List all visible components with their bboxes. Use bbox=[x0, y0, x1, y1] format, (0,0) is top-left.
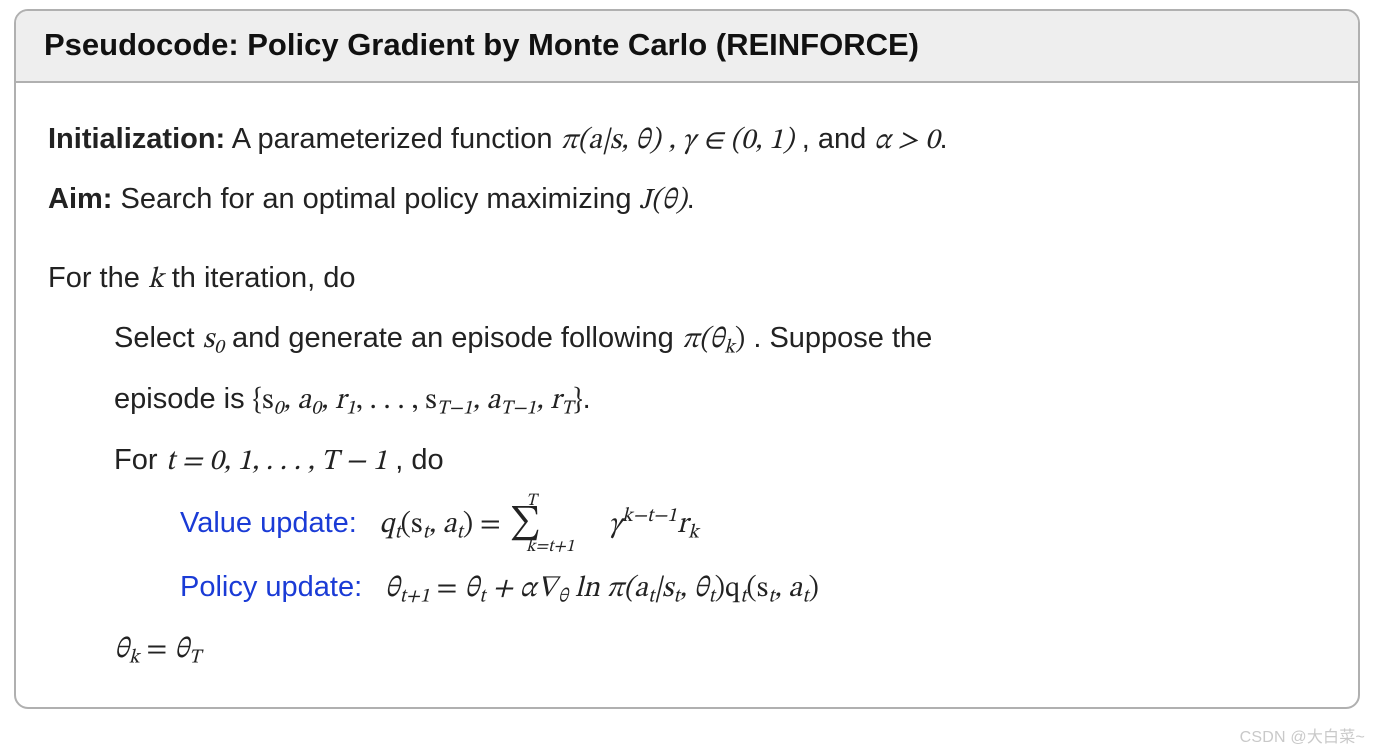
card-title: Pseudocode: Policy Gradient by Monte Car… bbox=[44, 27, 919, 62]
select-a: Select bbox=[114, 322, 203, 354]
math-pi-func: π(a|s, θ) bbox=[561, 126, 661, 155]
period2: . bbox=[687, 183, 695, 215]
episode-line: episode is {s0, a0, r1, . . . , sT−1, aT… bbox=[114, 375, 1326, 426]
math-episode-set: {s0, a0, r1, . . . , sT−1, aT−1, rT} bbox=[253, 386, 583, 415]
initialization-line: Initialization: A parameterized function… bbox=[48, 115, 1326, 165]
math-theta-assign: θk = θT bbox=[114, 635, 201, 664]
theta-assign-line: θk = θT bbox=[114, 624, 1326, 675]
math-t-range: t = 0, 1, . . . , T − 1 bbox=[166, 447, 388, 476]
comma1: , bbox=[668, 126, 682, 155]
math-alpha: α > 0 bbox=[874, 126, 939, 155]
init-text-a: A parameterized function bbox=[232, 123, 561, 155]
value-update-line: Value update: qt(st, at) = ∑Tk=t+1 γk−t−… bbox=[180, 496, 1326, 553]
outer-loop-line: For the k th iteration, do bbox=[48, 254, 1326, 304]
inner-a: For bbox=[114, 444, 166, 476]
select-c: . Suppose the bbox=[753, 322, 932, 354]
init-label: Initialization: bbox=[48, 123, 225, 155]
aim-line: Aim: Search for an optimal policy maximi… bbox=[48, 175, 1326, 225]
inner-loop-line: For t = 0, 1, . . . , T − 1 , do bbox=[114, 436, 1326, 486]
select-b: and generate an episode following bbox=[232, 322, 682, 354]
outer-loop-b: th iteration, do bbox=[172, 262, 356, 294]
math-value-update: qt(st, at) = ∑Tk=t+1 γk−t−1rk bbox=[379, 510, 698, 539]
policy-update-label: Policy update: bbox=[180, 571, 362, 603]
math-policy-update: θt+1 = θt + α∇θ ln π(at|st, θt)qt(st, at… bbox=[385, 574, 819, 603]
period3: . bbox=[583, 383, 591, 415]
card-body: Initialization: A parameterized function… bbox=[16, 83, 1358, 707]
math-k: k bbox=[148, 265, 164, 294]
value-update-label: Value update: bbox=[180, 507, 357, 539]
aim-label: Aim: bbox=[48, 183, 112, 215]
select-line: Select s0 and generate an episode follow… bbox=[114, 314, 1326, 365]
policy-update-line: Policy update: θt+1 = θt + α∇θ ln π(at|s… bbox=[180, 563, 1326, 614]
math-pi-thetak: π(θk) bbox=[682, 325, 745, 354]
math-J-theta: J(θ) bbox=[640, 186, 687, 215]
init-text-b: , and bbox=[802, 123, 875, 155]
watermark: CSDN @大白菜~ bbox=[1240, 723, 1365, 747]
inner-b: , do bbox=[395, 444, 443, 476]
pseudocode-card: Pseudocode: Policy Gradient by Monte Car… bbox=[14, 9, 1360, 709]
outer-loop-a: For the bbox=[48, 262, 148, 294]
aim-text: Search for an optimal policy maximizing bbox=[121, 183, 640, 215]
period1: . bbox=[939, 123, 947, 155]
math-gamma-in: γ ∈ (0, 1) bbox=[682, 126, 793, 155]
episode-a: episode is bbox=[114, 383, 253, 415]
card-header: Pseudocode: Policy Gradient by Monte Car… bbox=[16, 11, 1358, 83]
math-s0: s0 bbox=[203, 325, 224, 354]
